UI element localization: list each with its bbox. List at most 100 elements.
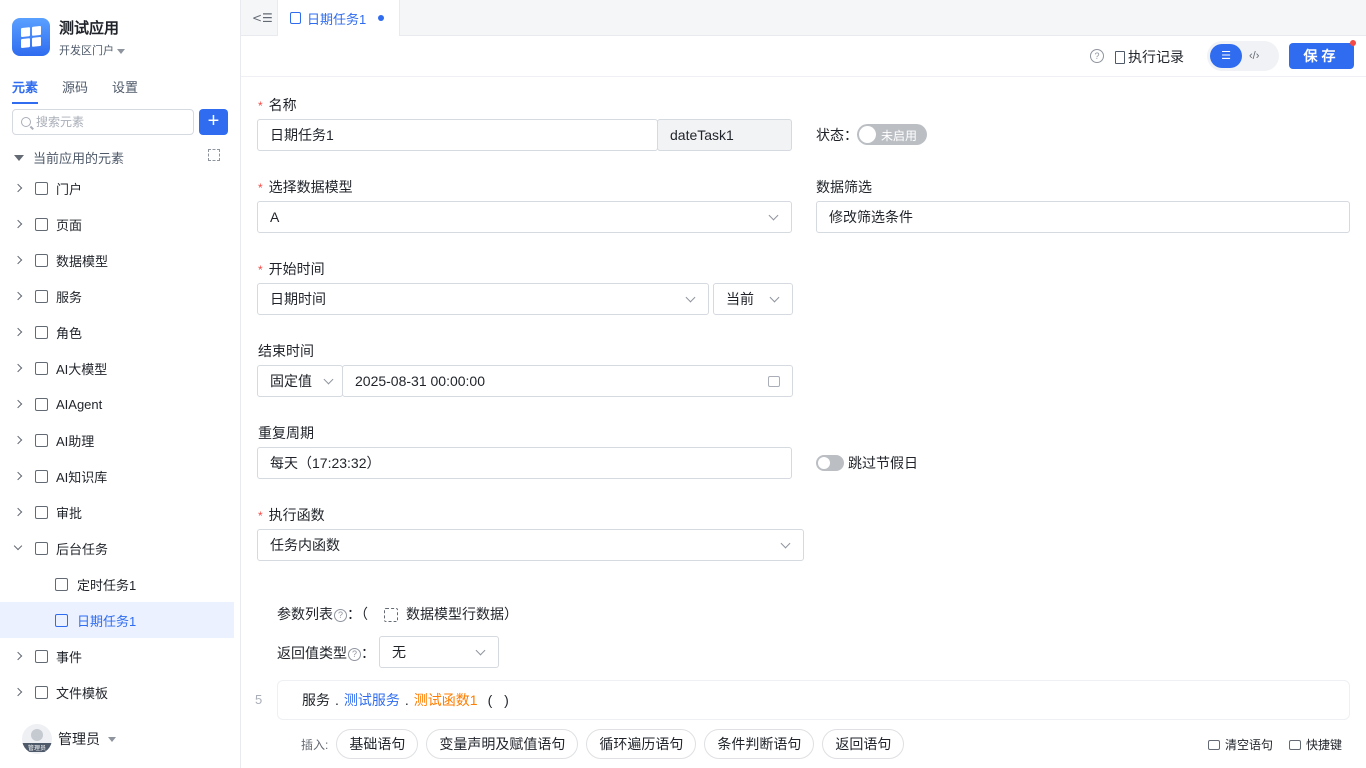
eraser-icon xyxy=(1208,739,1220,750)
sidebar-item-label: 定时任务1 xyxy=(77,577,137,593)
search-icon xyxy=(21,117,31,127)
search-input[interactable] xyxy=(36,115,176,129)
code-parens: ( ) xyxy=(487,692,513,708)
add-element-button[interactable]: + xyxy=(199,109,228,135)
sidebar-item-label: 审批 xyxy=(56,505,83,521)
help-icon[interactable]: ? xyxy=(334,608,347,622)
start-label: * 开始时间 xyxy=(258,259,325,279)
chevron-right-icon xyxy=(13,363,23,373)
help-icon[interactable]: ? xyxy=(348,647,361,661)
clock-doc-icon xyxy=(55,613,68,627)
line-number: 5 xyxy=(255,692,263,707)
code-input[interactable]: dateTask1 xyxy=(657,119,792,151)
sidebar-tabs: 元素 源码 设置 xyxy=(12,77,138,104)
insert-return-button[interactable]: 返回语句 xyxy=(822,729,905,759)
toolbar: ? 执行记录 ☰ ‹/› 保存 xyxy=(241,36,1366,77)
exec-log-button[interactable]: 执行记录 xyxy=(1115,47,1184,67)
code-mode-icon[interactable]: ‹/› xyxy=(1249,44,1277,68)
sidebar-item-roles[interactable]: 角色 xyxy=(0,314,241,350)
chevron-right-icon xyxy=(13,291,23,301)
code-service-name[interactable]: 测试服务 xyxy=(344,690,400,710)
insert-loop-button[interactable]: 循环遍历语句 xyxy=(586,729,697,759)
settings-mode-icon[interactable]: ☰ xyxy=(1210,44,1242,68)
sidebar-item-label: 日期任务1 xyxy=(77,613,137,629)
sidebar-item-services[interactable]: 服务 xyxy=(0,278,241,314)
sidebar-item-portal[interactable]: 门户 xyxy=(0,170,241,206)
exec-log-label: 执行记录 xyxy=(1128,49,1184,65)
sidebar-item-label: AI大模型 xyxy=(56,361,108,377)
shortcut-button[interactable]: 快捷键 xyxy=(1289,736,1342,753)
chevron-down-icon xyxy=(768,210,779,221)
sidebar-item-scheduled-task[interactable]: 定时任务1 xyxy=(0,566,241,602)
save-button[interactable]: 保存 xyxy=(1289,40,1356,69)
sidebar-item-background-tasks[interactable]: 后台任务 xyxy=(0,530,241,566)
sidebar-item-pages[interactable]: 页面 xyxy=(0,206,241,242)
start-type-select[interactable]: 日期时间 xyxy=(257,283,709,315)
event-icon xyxy=(35,649,48,663)
sidebar-item-ai-knowledge[interactable]: AI知识库 xyxy=(0,458,241,494)
sidebar-item-ai-model[interactable]: AI大模型 xyxy=(0,350,241,386)
start-mode-select[interactable]: 当前 xyxy=(713,283,793,315)
return-type-select[interactable]: 无 xyxy=(379,636,499,668)
code-separator: . xyxy=(404,692,409,708)
clear-statements-button[interactable]: 清空语句 xyxy=(1208,736,1273,753)
insert-bar: 插入: 基础语句 变量声明及赋值语句 循环遍历语句 条件判断语句 返回语句 xyxy=(301,729,912,759)
skip-holiday-label: 跳过节假日 xyxy=(848,455,918,471)
name-input[interactable]: 日期任务1 xyxy=(257,119,658,151)
sidebar-item-label: 服务 xyxy=(56,289,83,305)
code-func-name[interactable]: 测试函数1 xyxy=(414,690,478,710)
required-mark: * xyxy=(258,263,263,277)
sidebar-item-events[interactable]: 事件 xyxy=(0,638,241,674)
layout-icon[interactable] xyxy=(208,149,220,161)
keyboard-icon xyxy=(1289,739,1302,750)
filter-input[interactable]: 修改筛选条件 xyxy=(816,201,1350,233)
insert-condition-button[interactable]: 条件判断语句 xyxy=(704,729,815,759)
code-statement[interactable]: 服务 . 测试服务 . 测试函数1 ( ) xyxy=(277,680,1350,720)
sidebar-item-label: AI知识库 xyxy=(56,469,108,485)
tree-root[interactable]: 当前应用的元素 xyxy=(14,148,220,167)
robot-icon xyxy=(35,397,48,411)
view-mode-switch: ☰ ‹/› xyxy=(1207,41,1279,71)
tab-date-task[interactable]: 日期任务1 xyxy=(277,0,400,36)
table-icon xyxy=(35,253,48,267)
app-logo-icon xyxy=(12,18,50,56)
sidebar-item-ai-assistant[interactable]: AI助理 xyxy=(0,422,241,458)
tab-settings[interactable]: 设置 xyxy=(112,77,138,104)
caret-down-icon xyxy=(14,154,24,161)
model-label-text: 选择数据模型 xyxy=(268,179,353,195)
tab-source[interactable]: 源码 xyxy=(62,77,88,104)
help-icon[interactable]: ? xyxy=(1090,49,1104,63)
end-date-picker[interactable]: 2025-08-31 00:00:00 xyxy=(342,365,793,397)
stamp-icon xyxy=(35,505,48,519)
end-mode-select[interactable]: 固定值 xyxy=(257,365,343,397)
func-select[interactable]: 任务内函数 xyxy=(257,529,804,561)
sidebar-item-approval[interactable]: 审批 xyxy=(0,494,241,530)
sidebar-item-file-templates[interactable]: 文件模板 xyxy=(0,674,241,710)
repeat-input[interactable]: 每天（17:23:32） xyxy=(257,447,792,479)
tree-root-label: 当前应用的元素 xyxy=(33,151,125,166)
sidebar-item-ai-agent[interactable]: AIAgent xyxy=(0,386,241,422)
insert-variable-button[interactable]: 变量声明及赋值语句 xyxy=(426,729,579,759)
sidebar-item-date-task[interactable]: 日期任务1 xyxy=(0,602,234,638)
skip-holiday-toggle[interactable] xyxy=(816,455,844,471)
func-label-text: 执行函数 xyxy=(268,507,325,523)
insert-basic-button[interactable]: 基础语句 xyxy=(336,729,419,759)
chevron-down-icon xyxy=(769,292,780,303)
sidebar-item-data-model[interactable]: 数据模型 xyxy=(0,242,241,278)
collapse-sidebar-icon[interactable]: <☰ xyxy=(252,11,273,25)
home-icon xyxy=(35,181,48,195)
avatar-label: 管理员 xyxy=(22,743,52,752)
user-menu[interactable]: 管理员 管理员 xyxy=(22,724,116,754)
insert-label: 插入: xyxy=(301,737,329,752)
model-select[interactable]: A xyxy=(257,201,792,233)
toggle-knob xyxy=(818,457,830,469)
chevron-down-icon xyxy=(323,374,334,385)
end-mode-value: 固定值 xyxy=(270,373,312,389)
status-toggle[interactable]: 未启用 xyxy=(857,124,927,145)
tab-elements[interactable]: 元素 xyxy=(12,77,39,104)
code-value: dateTask1 xyxy=(670,127,734,143)
code-service-keyword: 服务 xyxy=(302,692,330,708)
required-mark: * xyxy=(258,181,263,195)
app-name: 测试应用 xyxy=(59,20,120,37)
portal-selector[interactable]: 开发区门户 xyxy=(59,42,125,58)
